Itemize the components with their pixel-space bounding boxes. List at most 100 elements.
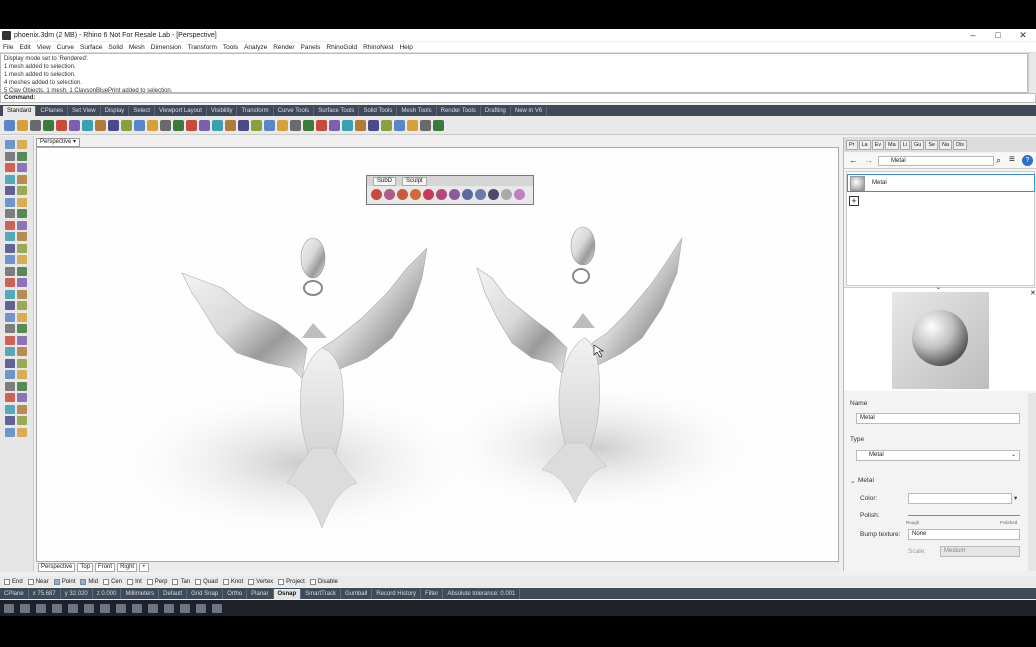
toolbar-tool-icon[interactable] [121, 119, 132, 131]
status-units[interactable]: Millimeters [121, 588, 160, 599]
osnap-int[interactable]: Int [127, 578, 142, 585]
taskbar-app-icon[interactable] [180, 603, 190, 613]
left-tool-icon[interactable] [17, 289, 27, 299]
osnap-checkbox[interactable] [103, 578, 110, 585]
color-swatch[interactable] [908, 493, 1012, 504]
toolbar-tool-icon[interactable] [238, 119, 249, 131]
toolbar-tool-icon[interactable] [342, 119, 353, 131]
search-icon[interactable]: ⌕ [996, 155, 1001, 166]
subd-tool-icon[interactable] [397, 189, 408, 200]
left-tool-icon[interactable] [5, 209, 15, 218]
viewport-tab-top[interactable]: Top [77, 562, 94, 572]
taskbar-app-icon[interactable] [52, 603, 62, 613]
left-tool-icon[interactable] [17, 404, 27, 414]
toolbar-tab-viewport-layout[interactable]: Viewport Layout [155, 105, 207, 116]
panel-tab-li[interactable]: Li [899, 139, 910, 150]
left-tool-icon[interactable] [17, 220, 27, 230]
osnap-checkbox[interactable] [195, 578, 202, 585]
toolbar-tool-icon[interactable] [433, 119, 444, 131]
osnap-checkbox[interactable] [146, 578, 153, 585]
toolbar-tab-visibility[interactable]: Visibility [207, 105, 238, 116]
left-tool-icon[interactable] [5, 312, 15, 322]
toolbar-tool-icon[interactable] [30, 119, 41, 131]
viewport-tab-front[interactable]: Front [95, 562, 116, 572]
subd-tool-icon[interactable] [371, 189, 382, 200]
left-tool-icon[interactable] [17, 416, 27, 425]
taskbar-app-icon[interactable] [148, 603, 158, 613]
toolbar-tool-icon[interactable] [394, 119, 405, 131]
left-tool-icon[interactable] [5, 335, 15, 345]
toolbar-tab-solid-tools[interactable]: Solid Tools [359, 105, 398, 116]
left-tool-icon[interactable] [17, 427, 27, 437]
history-scrollbar[interactable] [1028, 53, 1036, 93]
left-tool-icon[interactable] [17, 312, 27, 322]
menu-item-rhinonest[interactable]: RhinoNest [363, 44, 393, 51]
taskbar-app-icon[interactable] [196, 603, 206, 613]
osnap-point[interactable]: Point [53, 578, 75, 585]
status-toggle-osnap[interactable]: Osnap [273, 588, 302, 599]
subd-tool-icon[interactable] [462, 189, 473, 200]
back-arrow-icon[interactable]: ← [849, 155, 858, 165]
toolbar-tool-icon[interactable] [56, 119, 67, 131]
close-preview-icon[interactable]: ✕ [1030, 289, 1036, 297]
subd-tool-icon[interactable] [423, 189, 434, 200]
osnap-end[interactable]: End [4, 578, 23, 585]
color-dropdown-icon[interactable]: ▾ [1014, 494, 1017, 502]
menu-item-analyze[interactable]: Analyze [244, 44, 267, 51]
osnap-cen[interactable]: Cen [103, 578, 122, 585]
osnap-checkbox[interactable] [27, 578, 34, 585]
left-tool-icon[interactable] [5, 186, 15, 195]
left-tool-icon[interactable] [5, 163, 15, 172]
taskbar-app-icon[interactable] [20, 603, 30, 613]
left-tool-icon[interactable] [5, 324, 15, 333]
toolbar-tab-set-view[interactable]: Set View [68, 105, 101, 116]
left-tool-icon[interactable] [17, 393, 27, 402]
status-layer[interactable]: Default [159, 588, 188, 599]
status-toggle-smarttrack[interactable]: SmartTrack [301, 588, 341, 599]
left-tool-icon[interactable] [5, 174, 15, 184]
toolbar-tab-cplanes[interactable]: CPlanes [36, 105, 69, 116]
left-tool-icon[interactable] [5, 220, 15, 230]
toolbar-tool-icon[interactable] [316, 119, 327, 131]
toolbar-tab-mesh-tools[interactable]: Mesh Tools [397, 105, 437, 116]
toolbar-tab-transform[interactable]: Transform [237, 105, 274, 116]
toolbar-tool-icon[interactable] [17, 119, 28, 131]
toolbar-tool-icon[interactable] [134, 119, 145, 131]
taskbar-app-icon[interactable] [4, 603, 14, 613]
panel-tab-se[interactable]: Se [925, 139, 939, 150]
osnap-tan[interactable]: Tan [172, 578, 190, 585]
left-tool-icon[interactable] [5, 266, 15, 276]
type-dropdown[interactable]: Metal ⌄ [856, 450, 1020, 461]
taskbar-app-icon[interactable] [164, 603, 174, 613]
osnap-quad[interactable]: Quad [195, 578, 218, 585]
status-toggle-record-history[interactable]: Record History [372, 588, 421, 599]
menu-item-edit[interactable]: Edit [19, 44, 30, 51]
left-tool-icon[interactable] [17, 278, 27, 287]
osnap-checkbox[interactable] [53, 578, 60, 585]
add-material-button[interactable]: + [849, 196, 859, 206]
left-tool-icon[interactable] [17, 335, 27, 345]
osnap-checkbox[interactable] [127, 578, 134, 585]
left-tool-icon[interactable] [17, 197, 27, 207]
left-tool-icon[interactable] [5, 243, 15, 253]
left-tool-icon[interactable] [5, 347, 15, 356]
left-tool-icon[interactable] [5, 140, 15, 149]
left-tool-icon[interactable] [5, 197, 15, 207]
toolbar-tool-icon[interactable] [43, 119, 54, 131]
toolbar-tab-curve-tools[interactable]: Curve Tools [274, 105, 315, 116]
viewport-dropdown-icon[interactable]: ▾ [73, 139, 76, 145]
left-tool-icon[interactable] [5, 232, 15, 241]
panel-tab-dis[interactable]: Dis [953, 139, 968, 150]
taskbar-app-icon[interactable] [68, 603, 78, 613]
viewport-tab-add[interactable]: + [139, 562, 149, 572]
left-tool-icon[interactable] [17, 232, 27, 241]
panel-tab-ev[interactable]: Ev [871, 139, 885, 150]
menu-item-panels[interactable]: Panels [301, 44, 321, 51]
bump-texture-dropdown[interactable]: None [908, 529, 1020, 540]
left-tool-icon[interactable] [17, 140, 27, 149]
toolbar-tool-icon[interactable] [329, 119, 340, 131]
toolbar-tool-icon[interactable] [290, 119, 301, 131]
toolbar-tab-select[interactable]: Select [129, 105, 155, 116]
left-tool-icon[interactable] [5, 381, 15, 391]
menu-item-render[interactable]: Render [273, 44, 294, 51]
